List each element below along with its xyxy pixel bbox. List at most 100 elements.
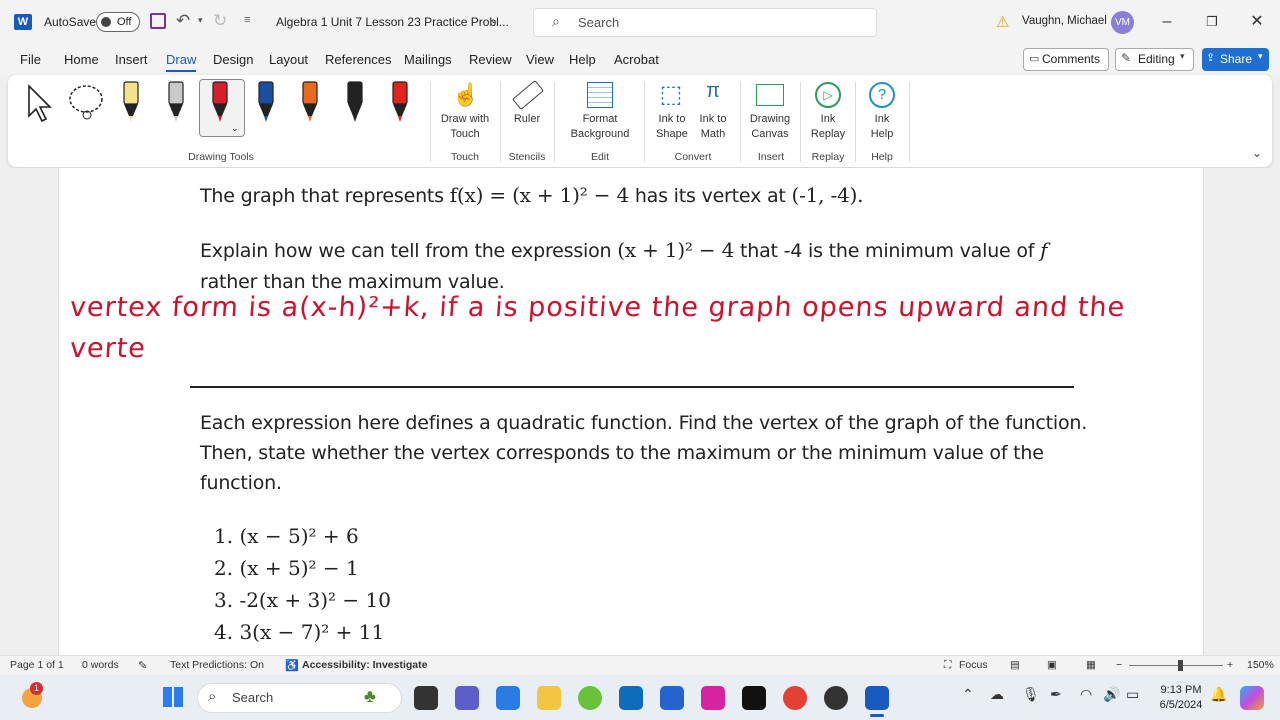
task-view-icon[interactable] — [414, 686, 438, 710]
microphone-icon[interactable]: 🎙 — [1022, 686, 1040, 703]
redo-icon[interactable]: ↻ — [213, 11, 227, 31]
tab-file[interactable]: File — [20, 52, 41, 67]
wifi-icon[interactable]: ◠ — [1080, 686, 1092, 703]
focus-icon[interactable]: ⛶ — [944, 659, 951, 672]
pen-6-icon[interactable] — [345, 80, 365, 124]
text-predictions[interactable]: Text Predictions: On — [170, 659, 264, 671]
autosave-label: AutoSave — [44, 15, 97, 29]
title-chevron-icon[interactable]: ⌄ — [489, 13, 498, 26]
todo-icon[interactable] — [660, 686, 684, 710]
print-layout-icon[interactable]: ▣ — [1047, 659, 1057, 671]
tab-view[interactable]: View — [526, 52, 554, 67]
start-icon[interactable] — [163, 687, 183, 707]
ruler-button[interactable]: Ruler — [505, 112, 549, 127]
focus-button[interactable]: Focus — [959, 659, 988, 671]
tab-acrobat[interactable]: Acrobat — [614, 52, 659, 67]
ink-replay-button[interactable]: Ink Replay — [806, 112, 850, 142]
autosave-toggle[interactable]: Off — [96, 12, 140, 32]
handwritten-ink-line[interactable]: vertex form is a(x-h)²+k, if a is positi… — [69, 292, 1126, 323]
zoom-level[interactable]: 150% — [1247, 659, 1274, 671]
pen-7-icon[interactable] — [390, 80, 410, 124]
tab-home[interactable]: Home — [64, 52, 99, 67]
chrome-icon[interactable] — [783, 686, 807, 710]
ink-help-button[interactable]: Ink Help — [860, 112, 904, 142]
avatar[interactable]: VM — [1111, 11, 1134, 34]
select-tool-icon[interactable] — [26, 84, 56, 124]
lasso-select-icon[interactable] — [66, 82, 110, 122]
undo-dropdown-icon[interactable]: ▾ — [198, 15, 203, 26]
draw-with-touch-icon[interactable]: ☝ — [452, 82, 479, 108]
ink-to-shape-icon[interactable]: ⬚ — [656, 80, 686, 109]
pen-dropdown-icon[interactable]: ⌄ — [231, 123, 239, 134]
chrome-profile-icon[interactable] — [824, 686, 848, 710]
read-mode-icon[interactable]: ▤ — [1010, 659, 1020, 671]
drawing-canvas-button[interactable]: Drawing Canvas — [745, 112, 795, 142]
zoom-slider[interactable] — [1129, 665, 1223, 666]
format-background-button[interactable]: Format Background — [560, 112, 640, 142]
notification-bell-icon[interactable]: 🔔 — [1210, 686, 1227, 703]
cloud-icon[interactable]: ☁ — [990, 686, 1004, 703]
teams-icon[interactable] — [455, 686, 479, 710]
draw-with-touch-button[interactable]: Draw with Touch — [434, 112, 496, 142]
word-taskbar-icon[interactable] — [865, 686, 889, 710]
tab-layout[interactable]: Layout — [269, 52, 308, 67]
web-layout-icon[interactable]: ▦ — [1086, 659, 1096, 671]
customize-toolbar-icon[interactable]: ≡ — [244, 14, 250, 26]
warning-icon[interactable]: ⚠ — [996, 13, 1009, 31]
pen-1-icon[interactable] — [121, 80, 141, 124]
drawing-canvas-label-2: Canvas — [751, 128, 789, 140]
instagram-icon[interactable] — [701, 686, 725, 710]
drawing-canvas-icon[interactable] — [756, 84, 784, 106]
word-count[interactable]: 0 words — [82, 659, 119, 671]
file-explorer-icon[interactable] — [537, 686, 561, 710]
tray-chevron-icon[interactable]: ⌃ — [962, 686, 974, 703]
clock-date[interactable]: 6/5/2024 — [1152, 699, 1210, 711]
pen-tray-icon[interactable]: ✒ — [1050, 686, 1062, 703]
tab-help[interactable]: Help — [569, 52, 596, 67]
ink-to-math-icon[interactable]: π — [698, 80, 728, 103]
undo-icon[interactable]: ↶ — [176, 11, 190, 31]
tab-review[interactable]: Review — [469, 52, 512, 67]
battery-icon[interactable]: ▭ — [1126, 686, 1139, 703]
pen-5-icon[interactable] — [300, 80, 320, 124]
clock-time[interactable]: 9:13 PM — [1152, 684, 1210, 696]
tab-draw[interactable]: Draw — [166, 52, 197, 72]
close-icon[interactable]: ✕ — [1242, 8, 1272, 36]
user-name[interactable]: Vaughn, Michael — [1022, 15, 1107, 27]
document-title[interactable]: Algebra 1 Unit 7 Lesson 23 Practice Prob… — [276, 15, 509, 29]
ink-help-icon[interactable]: ? — [869, 82, 895, 108]
pen-2-icon[interactable] — [166, 80, 186, 124]
outlook-icon[interactable] — [619, 686, 643, 710]
restore-icon[interactable]: ❐ — [1197, 8, 1227, 36]
accessibility-icon[interactable]: ♿ — [285, 659, 299, 672]
proofing-icon[interactable]: ✎ — [138, 659, 147, 672]
save-icon[interactable] — [150, 13, 166, 29]
ribbon-separator — [500, 82, 501, 162]
zoom-in-icon[interactable]: + — [1227, 659, 1233, 671]
zoom-slider-thumb[interactable] — [1178, 660, 1183, 671]
statement-text: The graph that represents — [200, 185, 444, 207]
page-count[interactable]: Page 1 of 1 — [10, 659, 64, 671]
app-icon[interactable] — [578, 686, 602, 710]
format-background-icon[interactable] — [587, 82, 613, 108]
zoom-out-icon[interactable]: − — [1116, 659, 1122, 671]
tiktok-icon[interactable] — [742, 686, 766, 710]
store-icon[interactable] — [496, 686, 520, 710]
minimize-icon[interactable]: – — [1152, 8, 1182, 36]
pen-4-icon[interactable] — [256, 80, 276, 124]
volume-icon[interactable]: 🔊 — [1103, 686, 1120, 703]
ink-replay-icon[interactable]: ▷ — [815, 82, 841, 108]
editing-chevron-icon: ▾ — [1180, 51, 1185, 61]
tab-design[interactable]: Design — [213, 52, 253, 67]
pen-3-icon[interactable] — [210, 80, 230, 124]
copilot-icon[interactable] — [1240, 686, 1264, 710]
accessibility-status[interactable]: Accessibility: Investigate — [302, 659, 427, 671]
tab-insert[interactable]: Insert — [115, 52, 148, 67]
ink-to-math-button[interactable]: Ink to Math — [693, 112, 733, 142]
collapse-ribbon-icon[interactable]: ⌄ — [1252, 146, 1262, 160]
tab-mailings[interactable]: Mailings — [404, 52, 452, 67]
ink-to-shape-button[interactable]: Ink to Shape — [651, 112, 693, 142]
handwritten-ink-line[interactable]: verte — [69, 333, 147, 364]
tab-references[interactable]: References — [325, 52, 391, 67]
search-input[interactable]: Search — [533, 8, 877, 37]
